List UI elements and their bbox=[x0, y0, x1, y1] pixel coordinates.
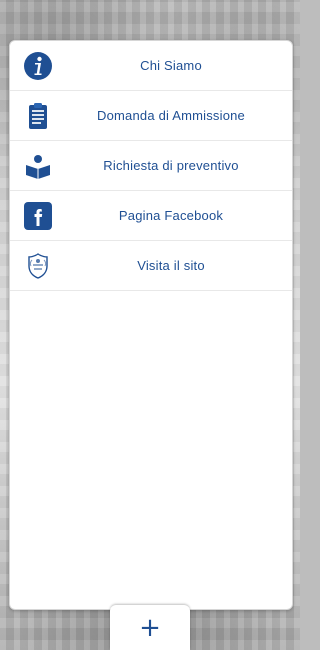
menu-item-domanda-ammissione[interactable]: Domanda di Ammissione bbox=[10, 91, 292, 141]
add-tab-button[interactable]: + bbox=[110, 605, 190, 650]
menu-item-richiesta-preventivo[interactable]: Richiesta di preventivo bbox=[10, 141, 292, 191]
clipboard-icon bbox=[22, 100, 54, 132]
plus-icon: + bbox=[139, 612, 161, 643]
menu-item-chi-siamo[interactable]: Chi Siamo bbox=[10, 41, 292, 91]
facebook-icon bbox=[22, 200, 54, 232]
menu-panel: Chi Siamo Domanda di Ammissione Richiest… bbox=[9, 40, 293, 610]
menu-item-pagina-facebook[interactable]: Pagina Facebook bbox=[10, 191, 292, 241]
reader-book-icon bbox=[22, 150, 54, 182]
menu-item-visita-sito[interactable]: Visita il sito bbox=[10, 241, 292, 291]
info-icon bbox=[22, 50, 54, 82]
coat-of-arms-icon bbox=[22, 250, 54, 282]
